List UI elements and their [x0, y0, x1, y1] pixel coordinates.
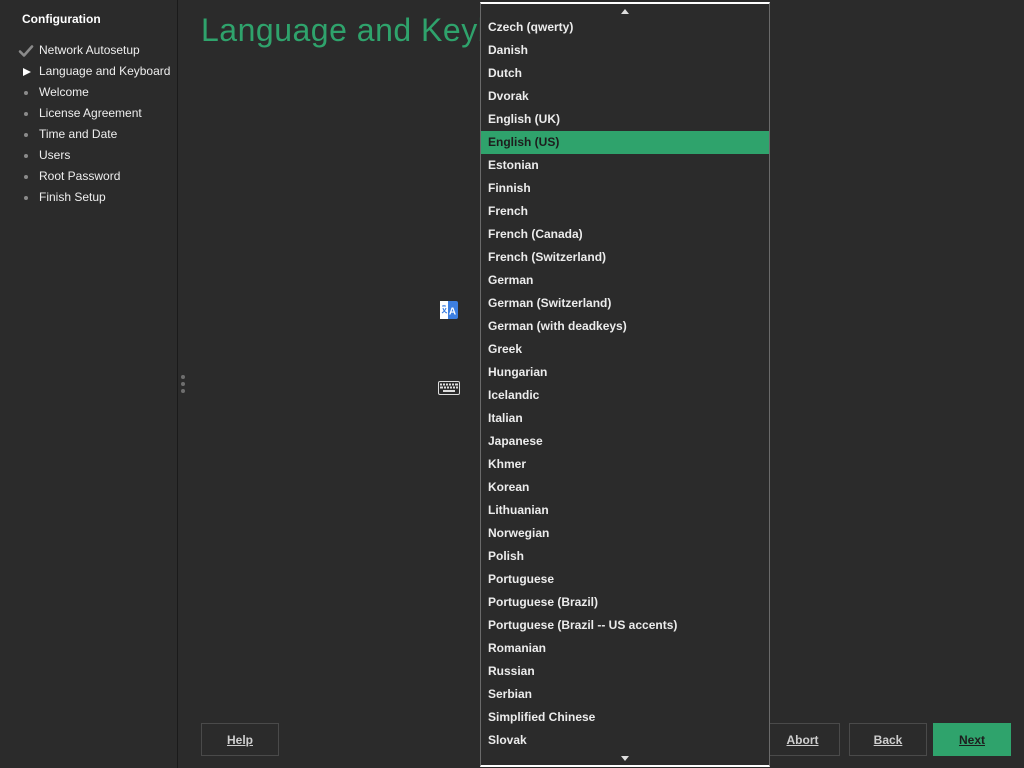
sidebar-step: License Agreement: [0, 103, 177, 124]
keyboard-icon: [438, 381, 460, 395]
dropdown-option[interactable]: German: [481, 269, 769, 292]
dropdown-option[interactable]: Estonian: [481, 154, 769, 177]
dropdown-option[interactable]: French (Canada): [481, 223, 769, 246]
dropdown-option[interactable]: Japanese: [481, 430, 769, 453]
dropdown-option[interactable]: Portuguese: [481, 568, 769, 591]
dot-icon: [18, 166, 34, 187]
dropdown-option[interactable]: Norwegian: [481, 522, 769, 545]
dropdown-option[interactable]: French: [481, 200, 769, 223]
dropdown-option[interactable]: Polish: [481, 545, 769, 568]
checkmark-icon: [18, 40, 34, 61]
sidebar-step-label: Language and Keyboard: [39, 64, 171, 78]
sidebar-step: Time and Date: [0, 124, 177, 145]
sidebar-step: Language and Keyboard: [0, 61, 177, 82]
sidebar-title: Configuration: [22, 12, 101, 26]
sidebar-step-label: Network Autosetup: [39, 43, 140, 57]
sidebar-step: Welcome: [0, 82, 177, 103]
svg-text:A: A: [449, 307, 456, 318]
dropdown-option[interactable]: Khmer: [481, 453, 769, 476]
dropdown-option[interactable]: Dutch: [481, 62, 769, 85]
chevron-down-icon: [621, 755, 629, 761]
sidebar: Configuration Network Autosetup Language …: [0, 0, 178, 768]
dropdown-option[interactable]: Icelandic: [481, 384, 769, 407]
dropdown-option[interactable]: English (UK): [481, 108, 769, 131]
keyboard-layout-dropdown[interactable]: Czech (qwerty) Danish Dutch Dvorak English (…: [480, 2, 770, 767]
dropdown-option[interactable]: French (Switzerland): [481, 246, 769, 269]
dot-icon: [18, 124, 34, 145]
chevron-up-icon: [621, 8, 629, 14]
sidebar-resize-handle[interactable]: [181, 375, 185, 393]
sidebar-step: Network Autosetup: [0, 40, 177, 61]
dropdown-option[interactable]: German (Switzerland): [481, 292, 769, 315]
help-button[interactable]: Help: [201, 723, 279, 756]
dropdown-option[interactable]: Simplified Chinese: [481, 706, 769, 729]
dot-icon: [18, 103, 34, 124]
dropdown-option[interactable]: Romanian: [481, 637, 769, 660]
sidebar-step-label: License Agreement: [39, 106, 142, 120]
sidebar-step: Root Password: [0, 166, 177, 187]
dropdown-option[interactable]: Italian: [481, 407, 769, 430]
dot-icon: [18, 145, 34, 166]
sidebar-step-label: Users: [39, 148, 71, 162]
dropdown-option[interactable]: Serbian: [481, 683, 769, 706]
sidebar-step: Finish Setup: [0, 187, 177, 208]
dropdown-option[interactable]: German (with deadkeys): [481, 315, 769, 338]
language-icon: A: [440, 301, 458, 319]
dropdown-option[interactable]: Dvorak: [481, 85, 769, 108]
dropdown-option[interactable]: Slovak: [481, 729, 769, 752]
page-title: Language and Keyb: [201, 12, 496, 48]
next-button[interactable]: Next: [933, 723, 1011, 756]
dropdown-option[interactable]: Danish: [481, 39, 769, 62]
abort-button[interactable]: Abort: [765, 723, 840, 756]
dropdown-option[interactable]: Czech (qwerty): [481, 16, 769, 39]
sidebar-step-label: Finish Setup: [39, 190, 106, 204]
sidebar-step-label: Time and Date: [39, 127, 118, 141]
scroll-down-button[interactable]: [481, 751, 769, 765]
play-triangle-icon: [18, 61, 34, 82]
dropdown-option[interactable]: Portuguese (Brazil -- US accents): [481, 614, 769, 637]
dropdown-option[interactable]: Russian: [481, 660, 769, 683]
dropdown-option[interactable]: Greek: [481, 338, 769, 361]
dropdown-option[interactable]: Korean: [481, 476, 769, 499]
step-list: Network Autosetup Language and Keyboard We…: [0, 40, 177, 208]
sidebar-step-label: Root Password: [39, 169, 121, 183]
dot-icon: [18, 187, 34, 208]
sidebar-step: Users: [0, 145, 177, 166]
dropdown-option[interactable]: Portuguese (Brazil): [481, 591, 769, 614]
option-list: Czech (qwerty) Danish Dutch Dvorak English (…: [481, 16, 769, 752]
sidebar-step-label: Welcome: [39, 85, 89, 99]
dot-icon: [18, 82, 34, 103]
dropdown-option[interactable]: English (US): [481, 131, 769, 154]
back-button[interactable]: Back: [849, 723, 927, 756]
dropdown-option[interactable]: Lithuanian: [481, 499, 769, 522]
dropdown-option[interactable]: Hungarian: [481, 361, 769, 384]
dropdown-option[interactable]: Finnish: [481, 177, 769, 200]
